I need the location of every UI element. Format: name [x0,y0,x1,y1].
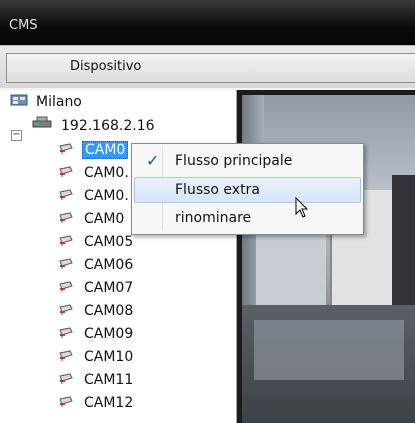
tree-camera-item[interactable]: CAM12 [58,393,135,413]
tree-camera-item[interactable]: CAM05 [58,232,135,252]
camera-icon [58,324,76,344]
tree-camera-label: CAM12 [84,395,134,411]
menu-item-label: rinominare [175,210,252,226]
tree-camera-item[interactable]: CAM0. [58,163,131,183]
tree-camera-item[interactable]: CAM0 [58,209,126,229]
tab-dispositivo[interactable]: Dispositivo [6,53,415,83]
tree-camera-label: CAM06 [84,257,134,273]
video-view[interactable] [237,90,415,423]
tab-dispositivo-label: Dispositivo [70,59,142,74]
camera-icon [58,209,76,229]
tree-camera-item[interactable]: CAM06 [58,255,135,275]
toolbar: Dispositivo [0,45,415,89]
tree-camera-item[interactable]: CAM0 [58,140,129,160]
tree-camera-item[interactable]: CAM07 [58,278,135,298]
tree-camera-item[interactable]: CAM09 [58,324,135,344]
context-menu: ✓ Flusso principale Flusso extra rinomin… [131,143,364,235]
tree-camera-item[interactable]: CAM10 [58,347,135,367]
tree-camera-label: CAM05 [84,234,134,250]
tree-camera-label: CAM07 [84,280,134,296]
camera-icon [58,347,76,367]
camera-icon [58,301,76,321]
menu-item-flusso-principale[interactable]: ✓ Flusso principale [134,148,361,174]
tree-camera-label: CAM0 [84,211,125,227]
mouse-pointer-icon [295,196,309,223]
tree-camera-label: CAM10 [84,349,134,365]
tree-camera-item[interactable]: CAM08 [58,301,135,321]
tree-root-label: Milano [36,94,82,110]
tree-camera-label: CAM0. [84,165,129,181]
tree-camera-item[interactable]: CAM0. [58,186,131,206]
tree-camera-label: CAM09 [84,326,134,342]
collapse-toggle[interactable]: − [11,130,22,141]
tree-device-label: 192.168.2.16 [61,118,155,134]
tree-camera-label: CAM11 [84,372,134,388]
camera-icon [58,232,76,252]
tree-camera-label: CAM0. [84,188,129,204]
camera-icon [58,186,76,206]
device-tree[interactable]: Milano − 192.168.2.16 CAM0 CAM0. CAM0. CAM0… [0,90,237,423]
menu-item-rinominare[interactable]: rinominare [134,205,361,231]
checkmark-icon: ✓ [146,151,160,170]
tree-root-milano[interactable]: Milano [10,92,84,112]
tree-device-node[interactable]: 192.168.2.16 [31,116,157,136]
menu-item-label: Flusso extra [175,182,260,198]
camera-icon [58,393,76,413]
camera-icon [58,140,76,160]
tree-camera-label: CAM08 [84,303,134,319]
camera-icon [58,255,76,275]
camera-icon [58,278,76,298]
menu-item-flusso-extra[interactable]: Flusso extra [134,177,361,203]
dvr-device-icon [31,116,53,136]
camera-icon [58,163,76,183]
window-title: CMS [9,18,38,33]
tree-camera-item[interactable]: CAM11 [58,370,135,390]
title-bar: CMS [0,0,415,45]
tree-camera-label: CAM0 [82,141,129,159]
menu-item-label: Flusso principale [175,153,293,169]
camera-icon [58,370,76,390]
folder-cameras-icon [10,92,28,112]
